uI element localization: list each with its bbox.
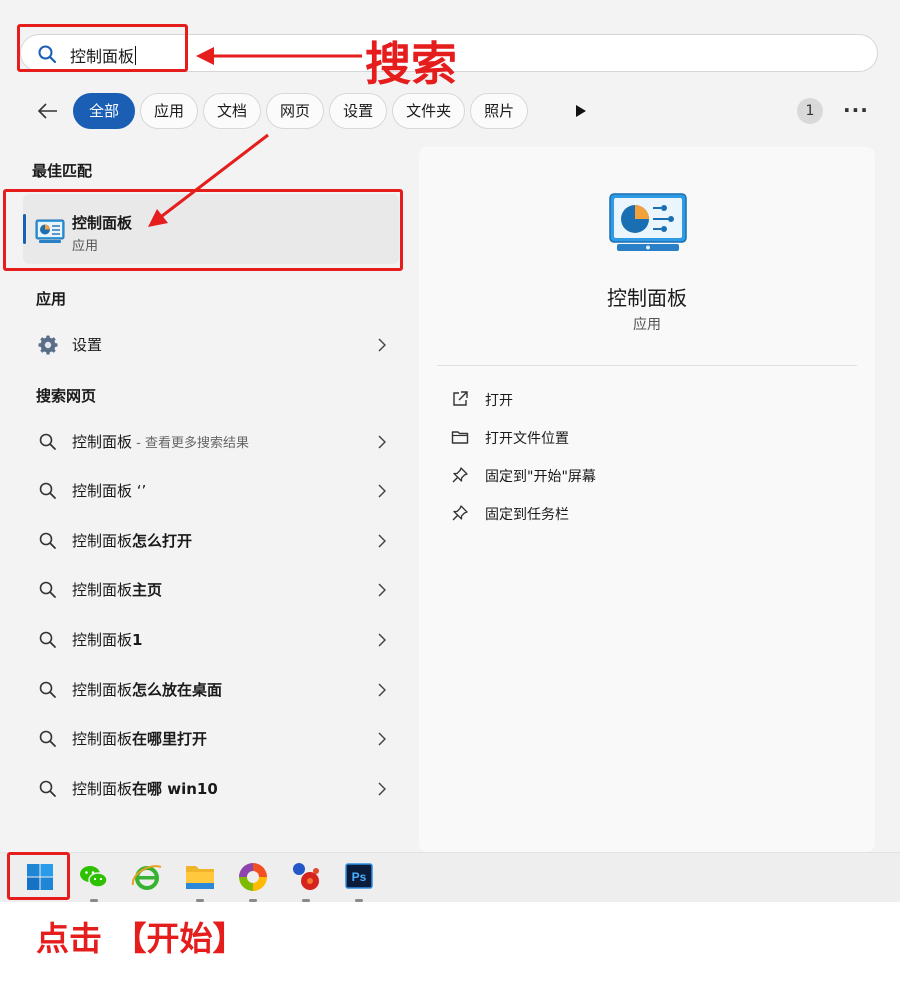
web-suggestion-label: 控制面板在哪里打开 bbox=[72, 730, 208, 748]
chevron-right-icon bbox=[378, 782, 386, 796]
web-suggestion-label: 控制面板1 bbox=[72, 631, 143, 649]
web-suggestion-label: 控制面板怎么放在桌面 bbox=[72, 681, 223, 699]
app-item-label: 设置 bbox=[72, 336, 103, 354]
divider bbox=[437, 365, 857, 366]
taskbar-photoshop[interactable]: Ps bbox=[341, 859, 377, 902]
search-icon bbox=[39, 780, 56, 797]
annotation-search-label: 搜索 bbox=[365, 37, 457, 91]
settings-gear-icon bbox=[38, 335, 58, 355]
filter-chip-all[interactable]: 全部 bbox=[73, 93, 136, 129]
search-icon bbox=[39, 482, 56, 499]
running-indicator bbox=[90, 899, 98, 902]
file-explorer-icon bbox=[186, 866, 214, 889]
search-icon bbox=[39, 532, 56, 549]
folder-icon bbox=[451, 431, 469, 444]
search-icon bbox=[39, 730, 56, 747]
wechat-icon bbox=[80, 866, 108, 888]
chevron-right-icon bbox=[378, 732, 386, 746]
web-suggestion-item[interactable]: 控制面板主页 bbox=[30, 570, 394, 610]
taskbar-internet-explorer[interactable] bbox=[129, 859, 165, 895]
running-indicator bbox=[302, 899, 310, 902]
chevron-right-icon bbox=[378, 435, 386, 449]
search-highlight-box bbox=[17, 24, 188, 72]
web-suggestion-item[interactable]: 控制面板 ‘’ bbox=[30, 471, 394, 511]
search-icon bbox=[39, 681, 56, 698]
taskbar-file-explorer[interactable] bbox=[182, 859, 218, 902]
action-label: 固定到任务栏 bbox=[485, 507, 569, 523]
detail-pane: 控制面板 应用 打开 打开文件位置 固定到"开始"屏幕 固定到任务栏 bbox=[419, 147, 875, 852]
action-label: 固定到"开始"屏幕 bbox=[485, 469, 596, 485]
running-indicator bbox=[249, 899, 257, 902]
web-suggestion-label: 控制面板在哪 win10 bbox=[72, 780, 218, 798]
section-title-best-match: 最佳匹配 bbox=[32, 162, 93, 180]
action-label: 打开文件位置 bbox=[485, 431, 569, 447]
photos-app-icon bbox=[239, 863, 267, 891]
web-suggestion-label: 控制面板怎么打开 bbox=[72, 532, 193, 550]
chevron-right-icon bbox=[378, 633, 386, 647]
action-open[interactable]: 打开 bbox=[449, 385, 849, 415]
play-icon[interactable] bbox=[575, 104, 587, 118]
taskbar: Ps bbox=[0, 852, 900, 902]
chevron-right-icon bbox=[378, 534, 386, 548]
back-arrow-icon[interactable] bbox=[35, 98, 61, 124]
start-highlight-box bbox=[7, 852, 70, 900]
running-indicator bbox=[196, 899, 204, 902]
web-suggestion-item[interactable]: 控制面板怎么打开 bbox=[30, 521, 394, 561]
filter-chip-photos[interactable]: 照片 bbox=[470, 93, 529, 129]
pin-icon bbox=[452, 467, 468, 483]
section-title-web-search: 搜索网页 bbox=[36, 387, 97, 405]
filter-chip-folders[interactable]: 文件夹 bbox=[392, 93, 466, 129]
pin-icon bbox=[452, 505, 468, 521]
start-search-panel: 控制面板 全部 应用 文档 网页 设置 文件夹 照片 1 ··· 最佳匹配 控制… bbox=[0, 0, 900, 852]
running-indicator bbox=[355, 899, 363, 902]
web-suggestion-item[interactable]: 控制面板在哪 win10 bbox=[30, 769, 394, 809]
section-title-apps: 应用 bbox=[36, 290, 67, 308]
web-suggestion-label: 控制面板 ‘’ bbox=[72, 482, 147, 500]
detail-app-type: 应用 bbox=[633, 317, 661, 333]
filter-chip-apps[interactable]: 应用 bbox=[140, 93, 199, 129]
web-suggestion-item[interactable]: 控制面板在哪里打开 bbox=[30, 719, 394, 759]
filter-chip-web[interactable]: 网页 bbox=[266, 93, 325, 129]
annotation-start-label: 点击 【开始】 bbox=[36, 919, 246, 958]
detail-app-name: 控制面板 bbox=[607, 286, 687, 310]
web-suggestion-item[interactable]: 控制面板1 bbox=[30, 620, 394, 660]
paint-app-icon bbox=[293, 863, 319, 890]
best-match-highlight-box bbox=[3, 189, 403, 271]
web-suggestion-label: 控制面板 - 查看更多搜索结果 bbox=[72, 433, 249, 451]
action-open-file-location[interactable]: 打开文件位置 bbox=[449, 423, 849, 453]
open-external-icon bbox=[453, 391, 468, 406]
action-pin-to-start[interactable]: 固定到"开始"屏幕 bbox=[449, 461, 849, 491]
photoshop-label: Ps bbox=[352, 870, 367, 884]
chevron-right-icon bbox=[378, 338, 386, 352]
web-suggestion-item[interactable]: 控制面板 - 查看更多搜索结果 bbox=[30, 422, 394, 462]
taskbar-wechat[interactable] bbox=[76, 859, 112, 902]
web-suggestion-item[interactable]: 控制面板怎么放在桌面 bbox=[30, 670, 394, 710]
taskbar-photos-app[interactable] bbox=[235, 859, 271, 902]
result-count-badge[interactable]: 1 bbox=[797, 98, 823, 124]
search-icon bbox=[39, 581, 56, 598]
filter-chip-documents[interactable]: 文档 bbox=[203, 93, 262, 129]
action-label: 打开 bbox=[485, 393, 513, 409]
filter-chip-settings[interactable]: 设置 bbox=[329, 93, 388, 129]
photoshop-icon: Ps bbox=[345, 863, 373, 889]
chevron-right-icon bbox=[378, 484, 386, 498]
search-icon bbox=[39, 433, 56, 450]
control-panel-icon bbox=[609, 193, 687, 251]
web-suggestion-label: 控制面板主页 bbox=[72, 581, 163, 599]
chevron-right-icon bbox=[378, 583, 386, 597]
app-item-settings[interactable]: 设置 bbox=[30, 325, 394, 365]
action-pin-to-taskbar[interactable]: 固定到任务栏 bbox=[449, 499, 849, 529]
search-icon bbox=[39, 631, 56, 648]
filter-chips: 全部 应用 文档 网页 设置 文件夹 照片 bbox=[73, 93, 529, 129]
more-options-icon[interactable]: ··· bbox=[843, 100, 869, 120]
chevron-right-icon bbox=[378, 683, 386, 697]
ie-browser-icon bbox=[131, 865, 162, 890]
taskbar-paint-app[interactable] bbox=[288, 859, 324, 902]
